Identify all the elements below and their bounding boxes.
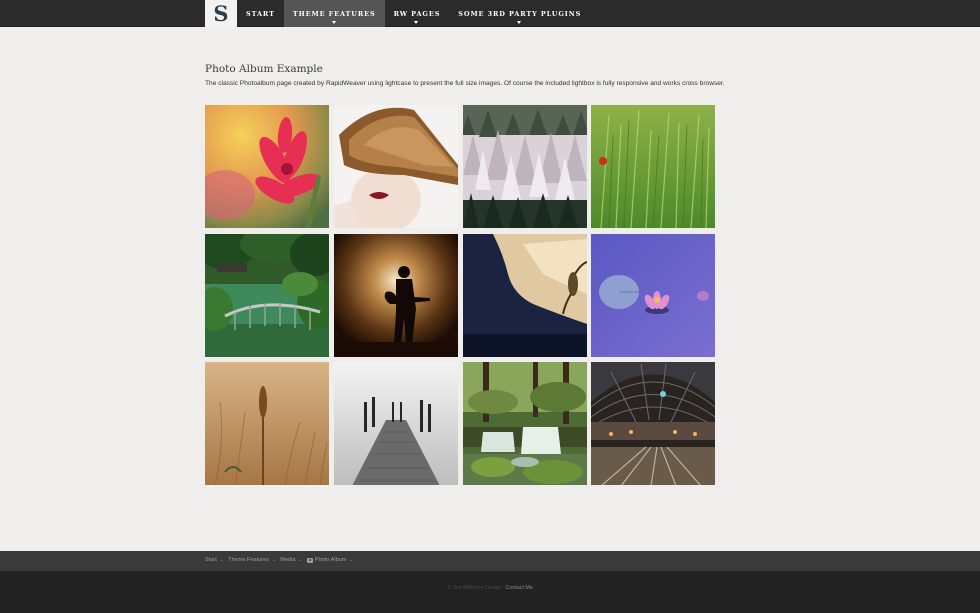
nav-item-theme-features[interactable]: THEME FEATURES xyxy=(283,0,385,27)
footer-copyright-line: © Ted Willmore Design Contact Me xyxy=(0,585,980,591)
guitarist-silhouette-photo[interactable] xyxy=(334,234,458,357)
lizard-dark-water-photo[interactable] xyxy=(463,234,587,357)
page-title: Photo Album Example xyxy=(205,63,323,75)
nav-item-label: RW PAGES xyxy=(393,9,441,18)
breadcrumb-bar xyxy=(0,551,980,571)
purple-lotus-photo[interactable] xyxy=(591,234,715,357)
site-footer xyxy=(0,571,980,613)
camera-icon xyxy=(306,557,313,563)
nav-item-3rd-party-plugins[interactable]: SOME 3RD PARTY PLUGINS xyxy=(449,0,590,27)
breadcrumb-media[interactable]: Media xyxy=(280,557,295,563)
green-wheat-field-photo[interactable] xyxy=(591,105,715,228)
copyright-text: © Ted Willmore Design xyxy=(447,585,502,591)
nav-item-rw-pages[interactable]: RW PAGES xyxy=(385,0,450,27)
contact-me-link[interactable]: Contact Me xyxy=(505,585,533,591)
train-station-photo[interactable] xyxy=(591,362,715,485)
nav-item-start[interactable]: START xyxy=(237,0,284,27)
nav-item-label: THEME FEATURES xyxy=(292,9,376,18)
top-navigation-bar: S START THEME FEATURES RW PAGES SOME 3RD… xyxy=(0,0,980,27)
chevron-down-icon: ⌄ xyxy=(349,557,354,563)
foggy-pier-photo[interactable] xyxy=(334,362,458,485)
japanese-garden-bridge-photo[interactable] xyxy=(205,234,329,357)
snowy-forest-photo[interactable] xyxy=(463,105,587,228)
caret-down-icon xyxy=(331,21,336,24)
caret-down-icon xyxy=(414,21,419,24)
main-menu: START THEME FEATURES RW PAGES SOME 3RD P… xyxy=(237,0,590,27)
chevron-down-icon: ⌄ xyxy=(219,557,225,563)
logo-letter: S xyxy=(213,1,229,26)
golden-wheat-photo[interactable] xyxy=(205,362,329,485)
caret-down-icon xyxy=(517,21,522,24)
red-flower-photo[interactable] xyxy=(205,105,329,228)
nav-item-label: START xyxy=(246,9,275,18)
forest-waterfall-photo[interactable] xyxy=(463,362,587,485)
photo-album-grid xyxy=(205,105,715,486)
hair-portrait-photo[interactable] xyxy=(334,105,458,228)
breadcrumb-theme-features[interactable]: Theme Features xyxy=(228,557,269,563)
breadcrumb-start[interactable]: Start xyxy=(205,557,217,563)
chevron-down-icon: ⌄ xyxy=(272,557,277,563)
nav-item-label: SOME 3RD PARTY PLUGINS xyxy=(458,9,582,18)
chevron-down-icon: ⌄ xyxy=(298,557,303,563)
site-logo[interactable]: S xyxy=(205,0,237,27)
breadcrumb-photo-album[interactable]: Photo Album xyxy=(315,557,347,563)
page-description: The classic Photoalbum page created by R… xyxy=(205,80,725,87)
breadcrumb: Start ⌄ Theme Features ⌄ Media ⌄ Photo A… xyxy=(205,557,358,563)
